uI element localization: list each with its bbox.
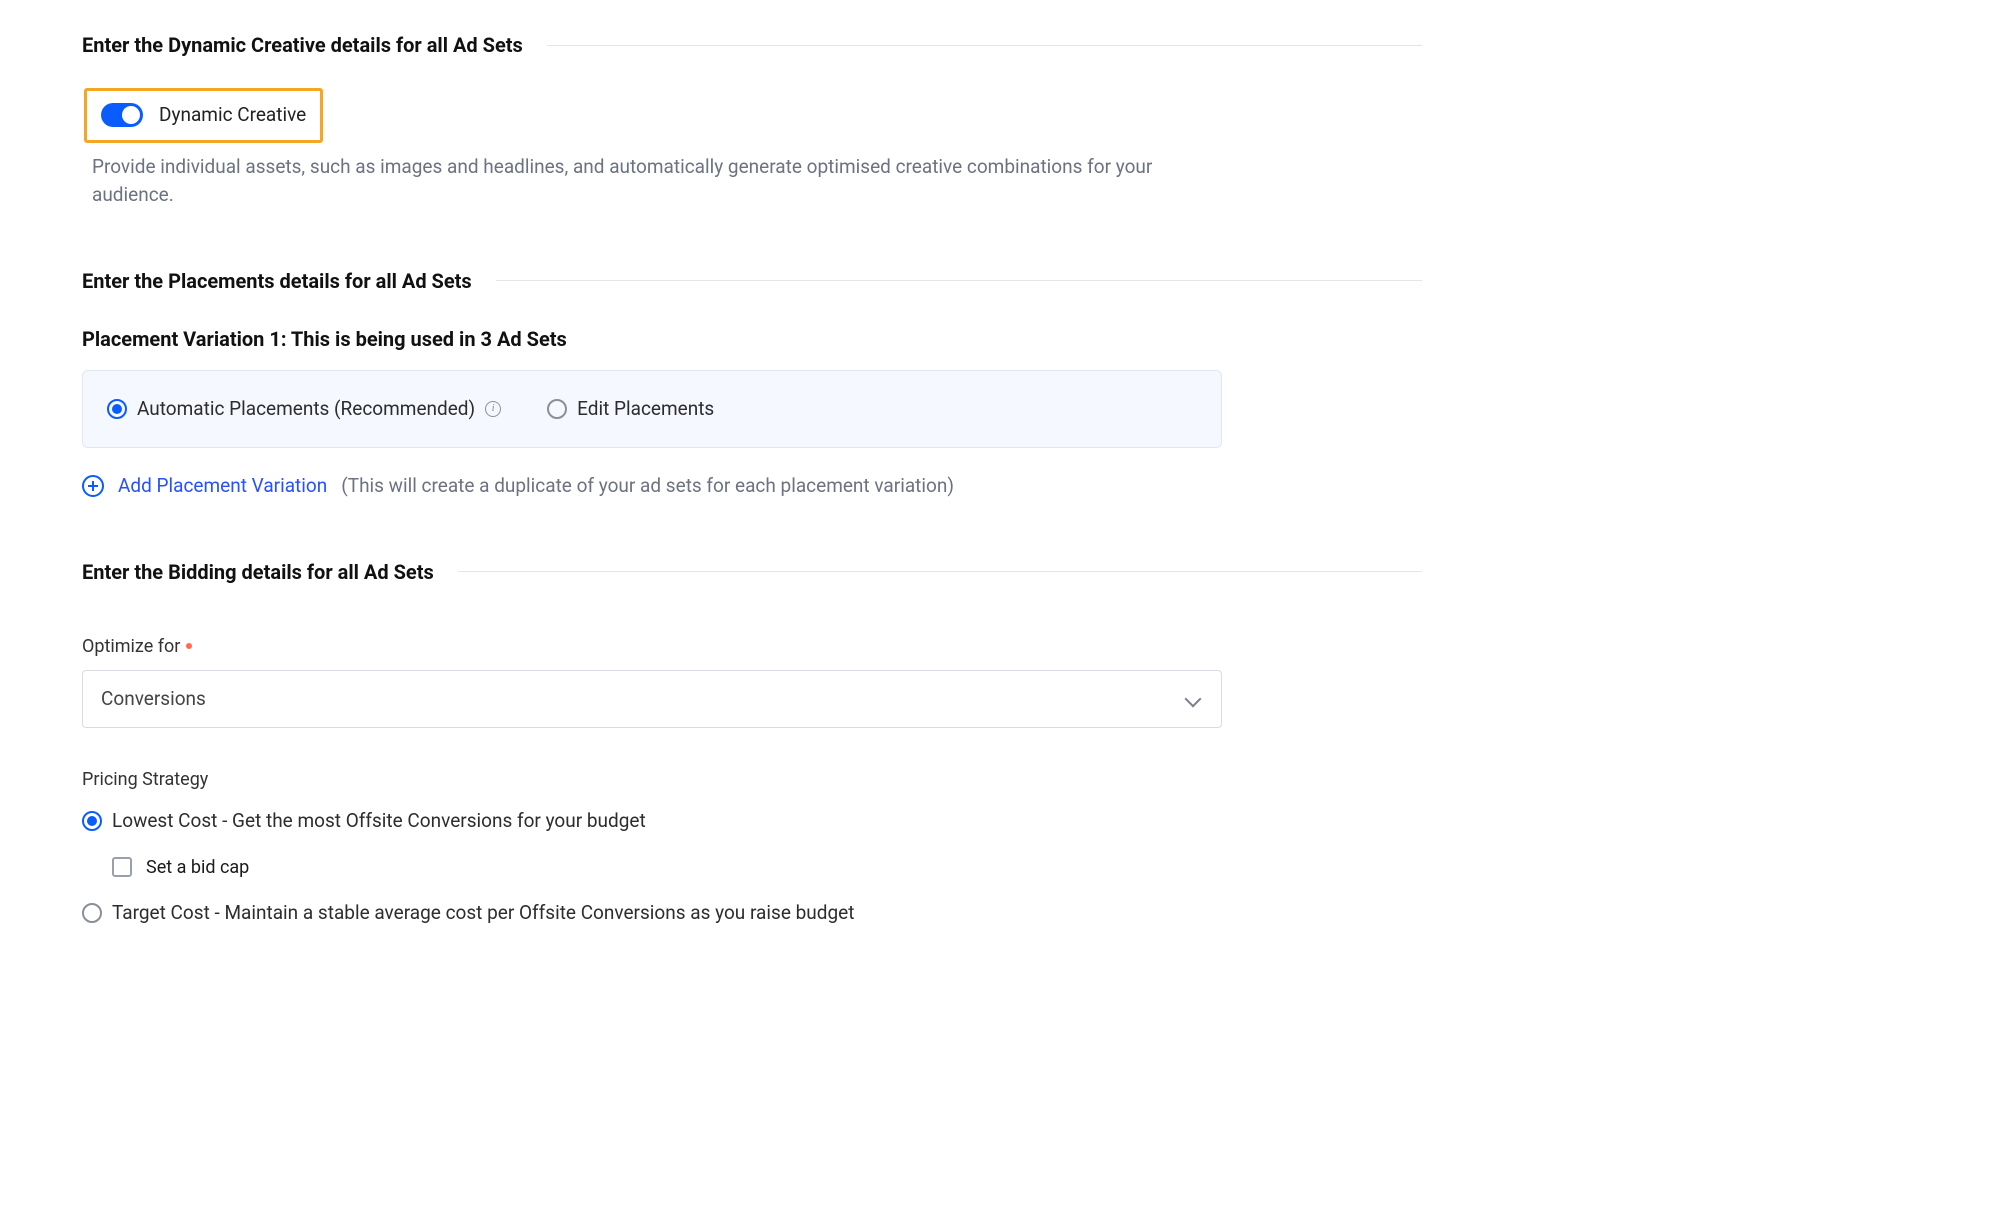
checkbox-bid-cap-label: Set a bid cap <box>146 854 249 881</box>
radio-edit-placements[interactable]: Edit Placements <box>547 395 714 424</box>
optimize-for-label-text: Optimize for <box>82 633 180 660</box>
radio-target-cost[interactable]: Target Cost - Maintain a stable average … <box>82 899 1422 928</box>
radio-lowest-cost[interactable]: Lowest Cost - Get the most Offsite Conve… <box>82 807 1422 836</box>
info-icon[interactable] <box>485 401 501 417</box>
placements-heading: Enter the Placements details for all Ad … <box>82 266 472 296</box>
divider <box>547 45 1422 46</box>
radio-lowest-cost-label: Lowest Cost - Get the most Offsite Conve… <box>112 807 646 836</box>
checkbox-bid-cap-row[interactable]: Set a bid cap <box>112 854 1422 881</box>
chevron-down-icon <box>1185 690 1202 707</box>
dynamic-creative-toggle-label: Dynamic Creative <box>159 101 306 130</box>
radio-indicator-selected[interactable] <box>107 399 127 419</box>
checkbox-bid-cap[interactable] <box>112 857 132 877</box>
optimize-for-select[interactable]: Conversions <box>82 670 1222 729</box>
section-dynamic-creative-heading: Enter the Dynamic Creative details for a… <box>82 30 1422 60</box>
radio-indicator[interactable] <box>547 399 567 419</box>
divider <box>458 571 1422 572</box>
radio-edit-label: Edit Placements <box>577 395 714 424</box>
dynamic-creative-toggle-row[interactable]: Dynamic Creative <box>84 88 323 143</box>
required-dot-icon <box>186 643 192 649</box>
radio-indicator[interactable] <box>82 903 102 923</box>
radio-indicator-selected[interactable] <box>82 811 102 831</box>
dynamic-creative-toggle[interactable] <box>101 103 143 127</box>
section-placements-heading: Enter the Placements details for all Ad … <box>82 266 1422 296</box>
optimize-for-label: Optimize for <box>82 633 1422 660</box>
add-placement-variation-hint: (This will create a duplicate of your ad… <box>341 472 954 501</box>
dynamic-creative-heading: Enter the Dynamic Creative details for a… <box>82 30 523 60</box>
radio-automatic-placements[interactable]: Automatic Placements (Recommended) <box>107 395 501 424</box>
bidding-heading: Enter the Bidding details for all Ad Set… <box>82 557 434 587</box>
optimize-for-value: Conversions <box>101 685 206 714</box>
pricing-strategy-label: Pricing Strategy <box>82 766 1422 793</box>
plus-circle-icon[interactable] <box>82 475 104 497</box>
divider <box>496 280 1422 281</box>
placement-options-panel: Automatic Placements (Recommended) Edit … <box>82 370 1222 449</box>
add-placement-variation-row: Add Placement Variation (This will creat… <box>82 472 1422 501</box>
radio-target-cost-label: Target Cost - Maintain a stable average … <box>112 899 854 928</box>
radio-automatic-label: Automatic Placements (Recommended) <box>137 395 475 424</box>
section-bidding-heading: Enter the Bidding details for all Ad Set… <box>82 557 1422 587</box>
dynamic-creative-description: Provide individual assets, such as image… <box>92 153 1192 210</box>
placement-variation-heading: Placement Variation 1: This is being use… <box>82 324 1422 354</box>
add-placement-variation-link[interactable]: Add Placement Variation <box>118 472 327 501</box>
